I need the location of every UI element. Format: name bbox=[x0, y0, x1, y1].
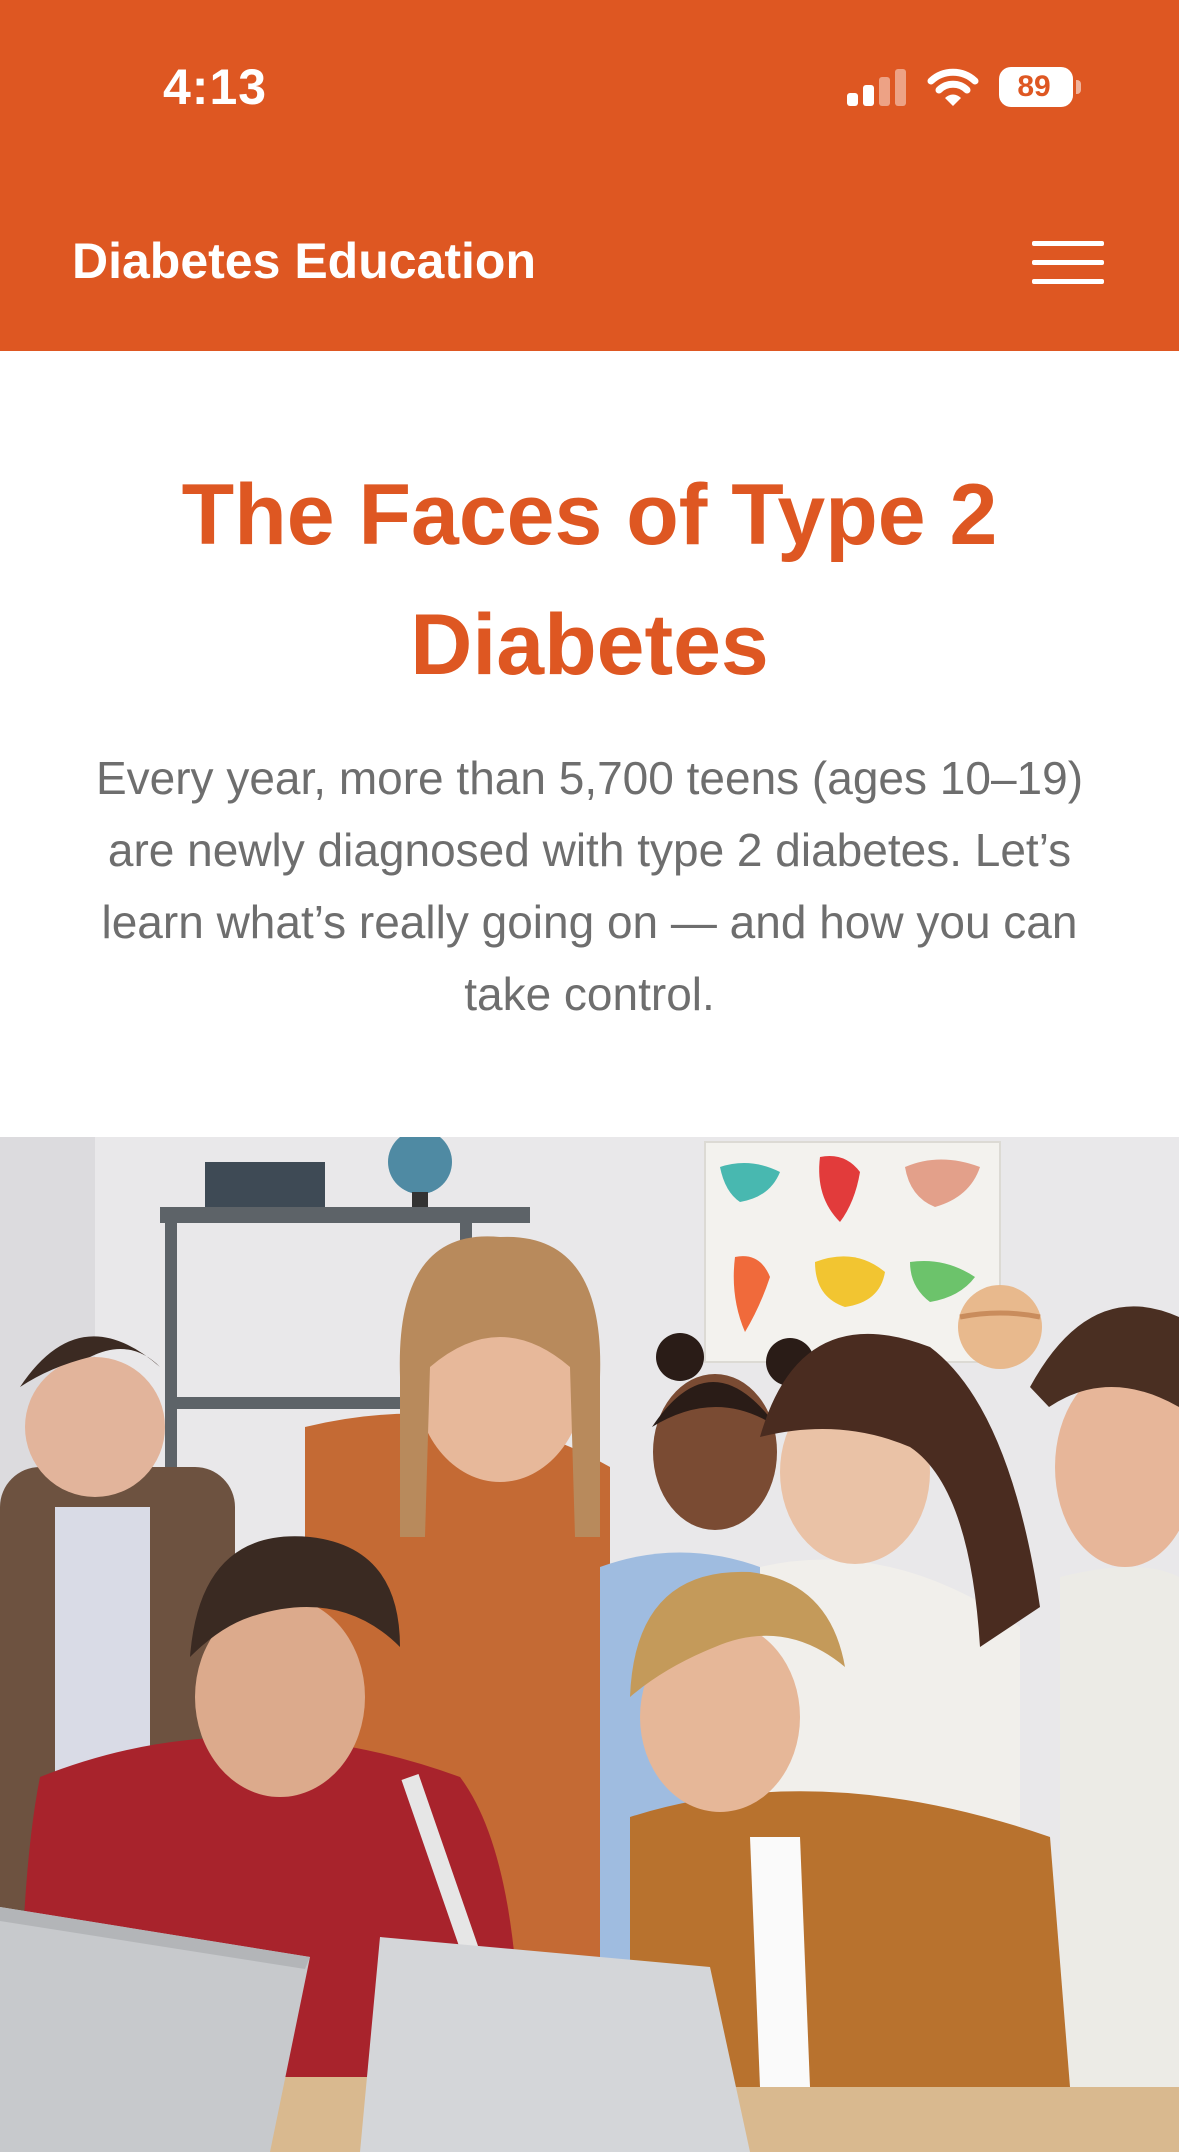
status-icons: 89 bbox=[847, 66, 1081, 108]
wifi-icon bbox=[927, 68, 979, 106]
students-photo-illustration bbox=[0, 1137, 1179, 2152]
hero-photo bbox=[0, 1137, 1179, 2152]
cellular-signal-icon bbox=[847, 68, 907, 106]
hamburger-menu-icon[interactable] bbox=[1028, 236, 1108, 292]
battery-percent: 89 bbox=[1017, 70, 1051, 103]
page: 4:13 89 Diabetes Education The Faces of … bbox=[0, 0, 1179, 2152]
intro-paragraph: Every year, more than 5,700 teens (ages … bbox=[95, 752, 1084, 1020]
app-header: 4:13 89 Diabetes Education bbox=[0, 0, 1179, 351]
site-title[interactable]: Diabetes Education bbox=[72, 232, 536, 290]
page-title: The Faces of Type 2 Diabetes bbox=[181, 467, 998, 693]
battery-icon: 89 bbox=[999, 67, 1081, 107]
status-time: 4:13 bbox=[163, 59, 268, 115]
